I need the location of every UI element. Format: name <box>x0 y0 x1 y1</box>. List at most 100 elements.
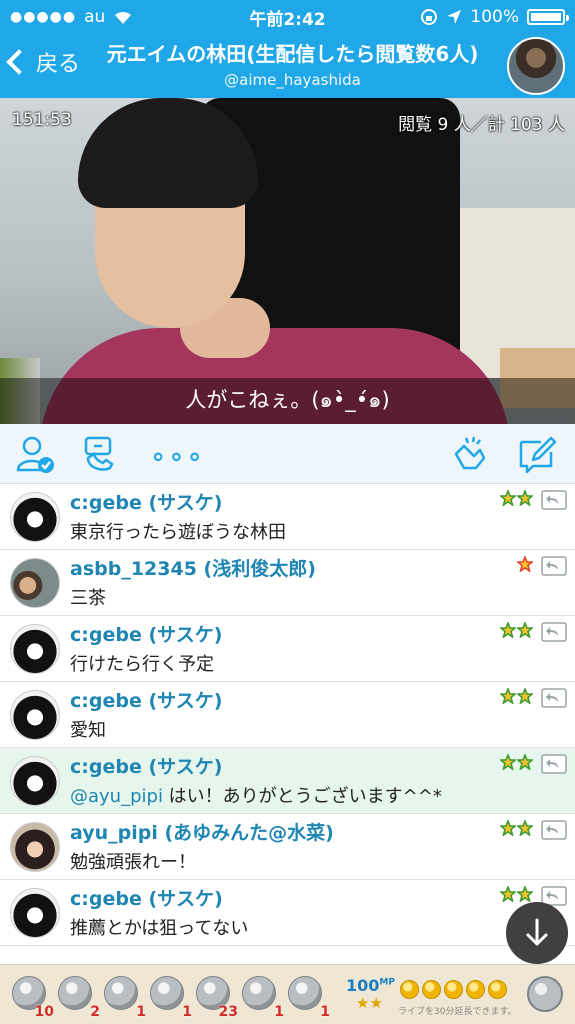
collab-call-icon[interactable] <box>80 434 120 474</box>
rank-badges <box>500 622 533 638</box>
coin-icon <box>466 980 485 999</box>
rank-star-icon <box>517 820 533 836</box>
reply-icon[interactable] <box>541 490 567 510</box>
gift-item[interactable]: 1 <box>284 972 330 1020</box>
comment-author[interactable]: c:gebe (サスケ) <box>70 884 223 911</box>
comment-author[interactable]: c:gebe (サスケ) <box>70 620 222 647</box>
rank-star-icon <box>517 886 533 902</box>
battery-icon <box>527 9 569 25</box>
broadcaster-avatar[interactable] <box>507 37 565 95</box>
avatar[interactable] <box>10 558 60 608</box>
rotation-lock-icon <box>421 9 438 25</box>
rank-star-icon <box>500 820 516 836</box>
gift-count: 23 <box>218 1004 238 1020</box>
rank-badges <box>517 556 533 572</box>
reply-icon[interactable] <box>541 556 567 576</box>
gift-count: 1 <box>274 1004 284 1020</box>
avatar[interactable] <box>10 888 60 938</box>
nav-bar: 戻る 元エイムの林田(生配信したら閲覧数6人) @aime_hayashida <box>0 34 575 98</box>
action-toolbar: ∘∘∘ <box>0 424 575 484</box>
status-left: ●●●●● au <box>10 7 133 27</box>
gift-item[interactable]: 1 <box>146 972 192 1020</box>
comment-row[interactable]: c:gebe (サスケ) @ayu_pipi はい！ありがとうございます^^* <box>0 748 575 814</box>
comment-text: 勉強頑張れー！ <box>70 848 196 874</box>
clock-icon <box>104 976 138 1010</box>
comment-author[interactable]: c:gebe (サスケ) <box>70 686 222 713</box>
rank-star-icon <box>500 886 516 902</box>
comment-author[interactable]: asbb_12345 (浅利俊太郎) <box>70 554 316 581</box>
page-subtitle: @aime_hayashida <box>224 71 361 89</box>
reply-icon[interactable] <box>541 820 567 840</box>
wifi-icon <box>115 11 132 24</box>
comment-list[interactable]: c:gebe (サスケ) 東京行ったら遊ぼうな林田 asbb_12345 (浅利俊太… <box>0 484 575 964</box>
rank-star-icon <box>517 754 533 770</box>
mp-display: 100MP <box>346 976 395 995</box>
reply-icon[interactable] <box>541 688 567 708</box>
status-bar: ●●●●● au 午前2:42 100% <box>0 0 575 34</box>
signal-icon: ●●●●● <box>10 9 77 25</box>
gift-count: 1 <box>320 1004 330 1020</box>
follow-user-icon[interactable] <box>16 434 56 474</box>
gift-item[interactable]: 1 <box>100 972 146 1020</box>
rank-badges <box>500 886 533 902</box>
comment-row[interactable]: asbb_12345 (浅利俊太郎) 三茶 <box>0 550 575 616</box>
coin-gift-icon[interactable] <box>523 972 567 1016</box>
cake-icon <box>58 976 92 1010</box>
live-video[interactable]: 151:53 閲覧 9 人／計 103 人 人がこねぇ。(๑•̀_•́๑) <box>0 98 575 424</box>
comment-message: 行けたら行く予定 <box>70 654 214 675</box>
scroll-icon <box>150 976 184 1010</box>
avatar[interactable] <box>10 822 60 872</box>
coin-row[interactable] <box>400 980 507 999</box>
applause-icon[interactable] <box>448 434 488 474</box>
avatar[interactable] <box>10 624 60 674</box>
comment-row[interactable]: c:gebe (サスケ) 愛知 <box>0 682 575 748</box>
avatar[interactable] <box>10 492 60 542</box>
comment-message: 東京行ったら遊ぼうな林田 <box>70 522 286 543</box>
comment-author[interactable]: c:gebe (サスケ) <box>70 488 222 515</box>
reply-icon[interactable] <box>541 754 567 774</box>
chevron-left-icon <box>6 49 32 75</box>
scroll-down-button[interactable] <box>506 902 568 964</box>
more-options-button[interactable]: ∘∘∘ <box>150 442 203 482</box>
mp-stars: ★★ <box>356 994 383 1012</box>
rank-star-icon <box>500 490 516 506</box>
rank-star-icon <box>500 688 516 704</box>
gift-count: 1 <box>136 1004 146 1020</box>
comment-message: 愛知 <box>70 720 106 741</box>
comment-text: 推薦とかは狙ってない <box>70 914 248 940</box>
rank-badges <box>500 754 533 770</box>
comment-author[interactable]: c:gebe (サスケ) <box>70 752 222 779</box>
rank-star-icon <box>500 754 516 770</box>
comment-row[interactable]: c:gebe (サスケ) 東京行ったら遊ぼうな林田 <box>0 484 575 550</box>
gift-item[interactable]: 23 <box>192 972 238 1020</box>
comment-author[interactable]: ayu_pipi (あゆみんた@水菜) <box>70 818 334 845</box>
comment-row[interactable]: c:gebe (サスケ) 行けたら行く予定 <box>0 616 575 682</box>
mp-value: 100 <box>346 976 380 995</box>
comment-mention[interactable]: @ayu_pipi <box>70 786 163 807</box>
coin-icon <box>400 980 419 999</box>
avatar[interactable] <box>10 690 60 740</box>
rank-star-icon <box>517 556 533 572</box>
rank-badges <box>500 490 533 506</box>
reply-icon[interactable] <box>541 622 567 642</box>
coin-icon <box>488 980 507 999</box>
gift-item[interactable]: 2 <box>54 972 100 1020</box>
coin-icon <box>444 980 463 999</box>
rank-star-icon <box>517 688 533 704</box>
coin-icon <box>422 980 441 999</box>
comment-row[interactable]: ayu_pipi (あゆみんた@水菜) 勉強頑張れー！ <box>0 814 575 880</box>
rank-star-icon <box>517 490 533 506</box>
avatar[interactable] <box>10 756 60 806</box>
rank-badges <box>500 820 533 836</box>
rank-badges <box>500 688 533 704</box>
mp-unit: MP <box>379 977 395 988</box>
clap-icon <box>288 976 322 1010</box>
comment-message: 勉強頑張れー！ <box>70 852 196 873</box>
compose-comment-icon[interactable] <box>517 434 557 474</box>
comment-message: 推薦とかは狙ってない <box>70 918 249 939</box>
location-icon <box>447 10 462 24</box>
back-button[interactable]: 戻る <box>6 46 80 78</box>
gift-item[interactable]: 10 <box>8 972 54 1020</box>
comment-row[interactable]: c:gebe (サスケ) 推薦とかは狙ってない <box>0 880 575 946</box>
gift-item[interactable]: 1 <box>238 972 284 1020</box>
